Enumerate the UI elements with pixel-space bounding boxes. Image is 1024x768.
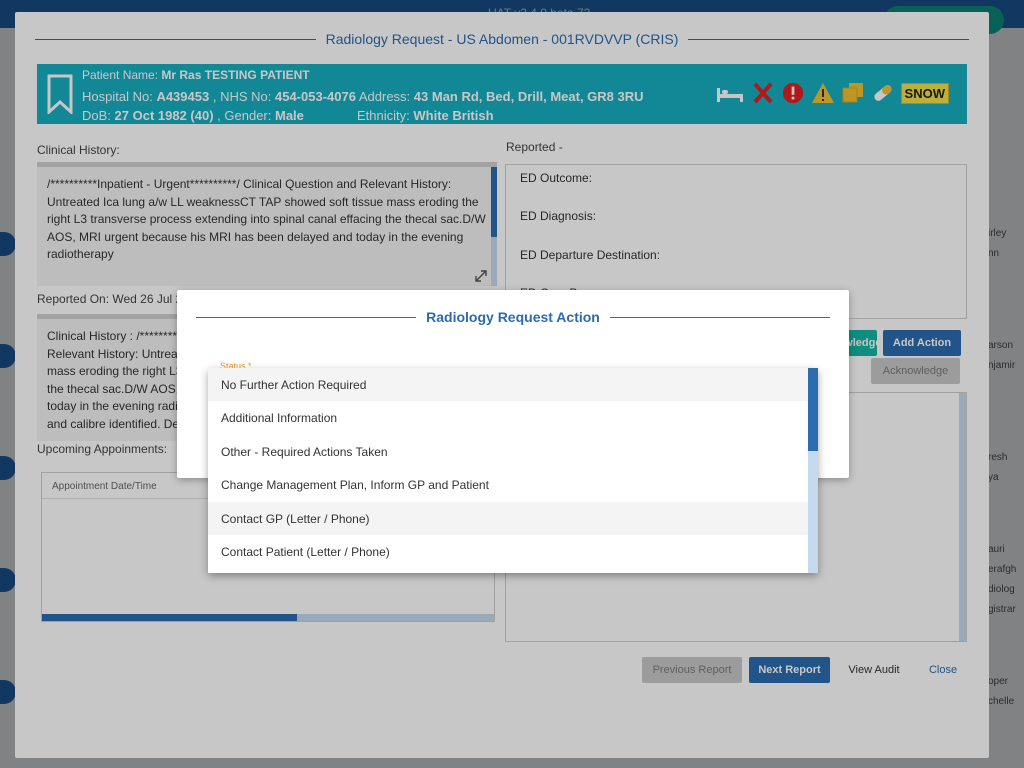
dropdown-scrollbar[interactable] xyxy=(808,368,818,573)
divider xyxy=(196,316,417,318)
option-contact-gp[interactable]: Contact GP (Letter / Phone) xyxy=(208,502,808,535)
scrollbar-thumb[interactable] xyxy=(808,368,818,451)
option-no-further-action[interactable]: No Further Action Required xyxy=(208,368,808,401)
option-additional-information[interactable]: Additional Information xyxy=(208,401,808,434)
divider xyxy=(609,316,830,318)
dialog-header: Radiology Request Action xyxy=(196,308,830,326)
option-change-management-plan[interactable]: Change Management Plan, Inform GP and Pa… xyxy=(208,468,808,501)
option-other-required-actions[interactable]: Other - Required Actions Taken xyxy=(208,435,808,468)
dialog-title: Radiology Request Action xyxy=(426,309,600,325)
status-dropdown-list: No Further Action Required Additional In… xyxy=(208,368,818,573)
option-contact-patient[interactable]: Contact Patient (Letter / Phone) xyxy=(208,535,808,568)
